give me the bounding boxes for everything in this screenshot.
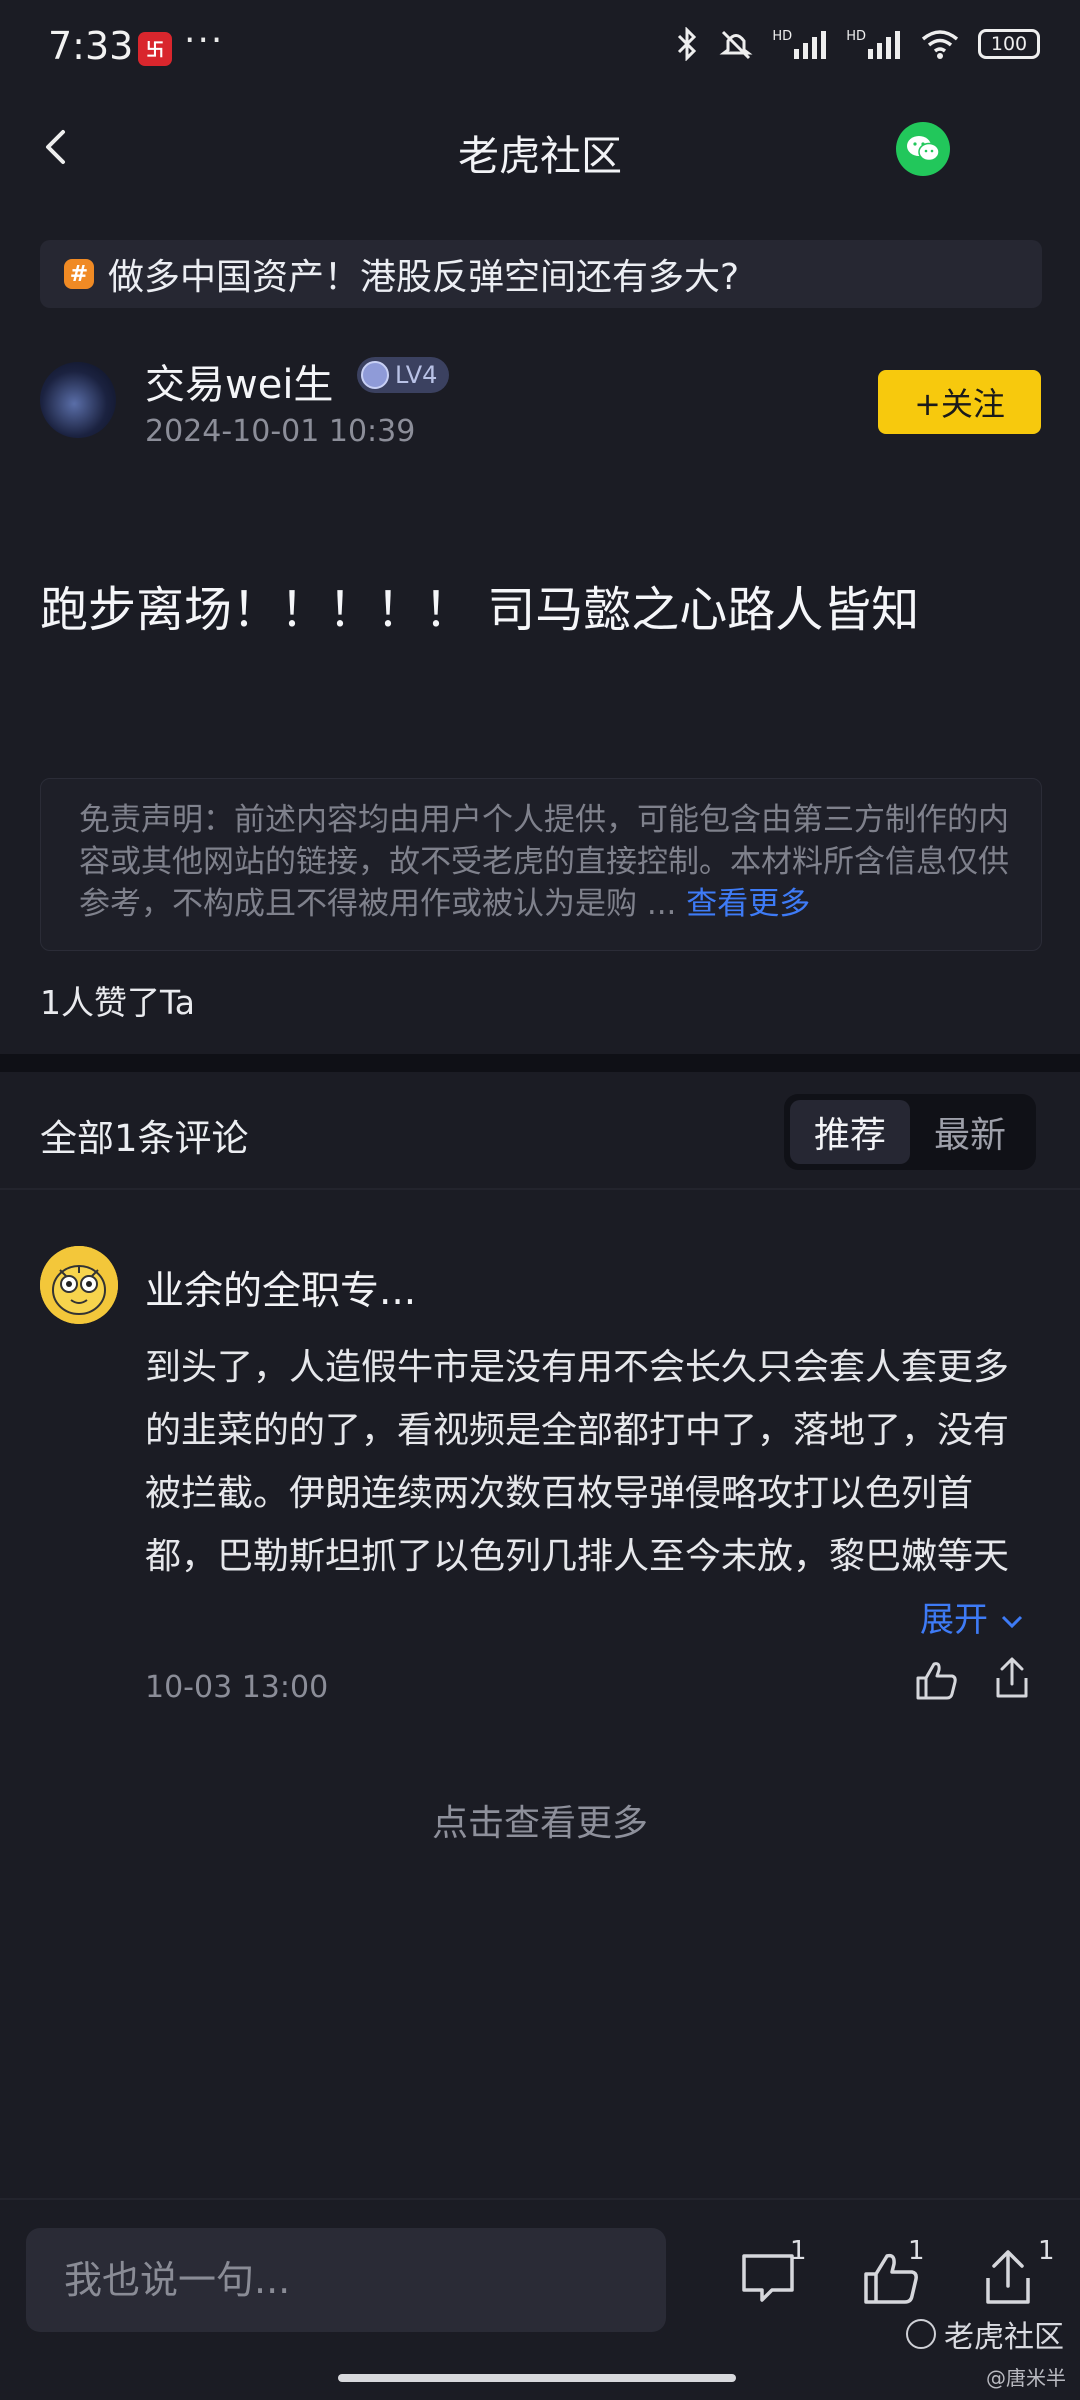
disclaimer-box: 免责声明：前述内容均由用户个人提供，可能包含由第三方制作的内容或其他网站的链接，… bbox=[40, 778, 1042, 951]
comments-count: 全部1条评论 bbox=[40, 1117, 249, 1160]
likes-summary[interactable]: 1人赞了Ta bbox=[40, 976, 195, 1024]
home-indicator[interactable] bbox=[338, 2374, 736, 2382]
section-divider bbox=[0, 1054, 1080, 1072]
topic-title: 做多中国资产！港股反弹空间还有多大? bbox=[108, 257, 740, 298]
status-icons: HD HD 100 bbox=[674, 26, 1040, 62]
watermark-text: 老虎社区 bbox=[944, 2320, 1064, 2355]
comment-timestamp: 10-03 13:00 bbox=[145, 1670, 329, 1705]
share-count: 1 bbox=[1038, 2236, 1055, 2266]
expand-comment-button[interactable]: 展开 bbox=[920, 1592, 1025, 1641]
level-badge: LV4 bbox=[357, 357, 450, 393]
signal-hd-label: HD bbox=[846, 29, 866, 44]
bluetooth-icon bbox=[678, 27, 697, 61]
post-content: 跑步离场！！！！！ 司马懿之心路人皆知 bbox=[40, 582, 920, 638]
bottom-bar-divider bbox=[0, 2198, 1080, 2200]
post-timestamp: 2024-10-01 10:39 bbox=[145, 414, 416, 449]
topic-hash-icon: # bbox=[64, 259, 94, 289]
comment-count: 1 bbox=[790, 2236, 807, 2266]
comment-like-icon[interactable] bbox=[912, 1656, 960, 1704]
battery-icon: 100 bbox=[978, 29, 1040, 59]
watermark: 老虎社区 bbox=[906, 2312, 1064, 2356]
like-count: 1 bbox=[908, 2236, 925, 2266]
follow-button[interactable]: +关注 bbox=[878, 370, 1041, 434]
disclaimer-text: 免责声明：前述内容均由用户个人提供，可能包含由第三方制作的内容或其他网站的链接，… bbox=[79, 799, 1009, 925]
author-avatar[interactable] bbox=[40, 362, 116, 438]
comment-input[interactable] bbox=[26, 2228, 666, 2332]
expand-label: 展开 bbox=[920, 1600, 988, 1640]
commenter-name[interactable]: 业余的全职专... bbox=[145, 1260, 416, 1316]
comment-sort-toggle: 推荐 最新 bbox=[784, 1094, 1036, 1170]
level-gem-icon bbox=[361, 361, 389, 389]
disclaimer-body: 免责声明：前述内容均由用户个人提供，可能包含由第三方制作的内容或其他网站的链接，… bbox=[79, 802, 1009, 922]
see-more-link[interactable]: 查看更多 bbox=[686, 886, 810, 922]
more-notifications-icon: ··· bbox=[184, 20, 225, 61]
comment-share-icon[interactable] bbox=[988, 1654, 1036, 1702]
comments-divider bbox=[0, 1188, 1080, 1190]
chevron-down-icon bbox=[1001, 1615, 1022, 1629]
wechat-share-icon[interactable] bbox=[896, 122, 950, 176]
tiger-logo-icon bbox=[906, 2319, 936, 2349]
share-icon[interactable] bbox=[976, 2246, 1040, 2310]
commenter-avatar[interactable] bbox=[40, 1246, 118, 1324]
watermark-user: @唐米半 bbox=[986, 2366, 1066, 2390]
signal-icon-2: HD bbox=[846, 29, 902, 59]
load-more-comments[interactable]: 点击查看更多 bbox=[0, 1794, 1080, 1846]
wifi-icon bbox=[921, 30, 959, 59]
signal-hd-label: HD bbox=[772, 29, 793, 44]
sort-latest[interactable]: 最新 bbox=[910, 1100, 1030, 1164]
comment-text: 到头了，人造假牛市是没有用不会长久只会套人套更多的韭菜的的了，看视频是全部都打中… bbox=[145, 1347, 1010, 1577]
topic-tag[interactable]: # 做多中国资产！港股反弹空间还有多大? bbox=[40, 240, 1042, 308]
app-notification-icon: 卐 bbox=[138, 32, 172, 66]
author-name[interactable]: 交易wei生 bbox=[145, 352, 333, 410]
status-time: 7:33 bbox=[48, 24, 134, 68]
sort-recommended[interactable]: 推荐 bbox=[790, 1100, 910, 1164]
signal-icon-1: HD bbox=[772, 29, 828, 59]
mute-icon bbox=[719, 30, 753, 60]
level-label: LV4 bbox=[395, 361, 438, 389]
